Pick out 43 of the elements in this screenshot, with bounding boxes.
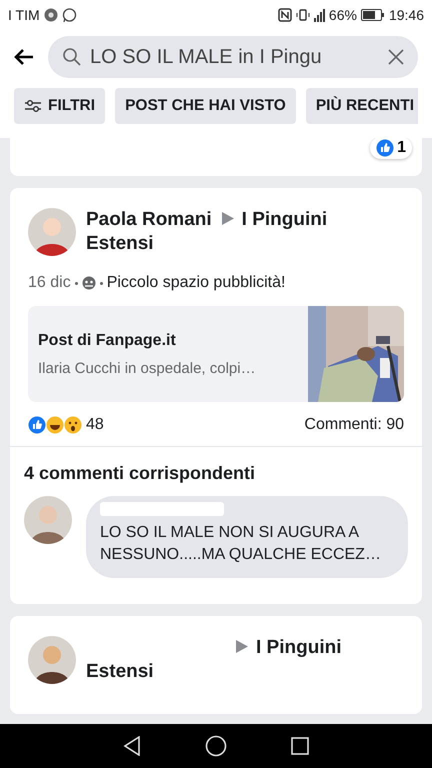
- separator-dot: [100, 282, 103, 284]
- battery-icon: [360, 9, 385, 21]
- arrow-icon: [222, 212, 234, 225]
- nfc-icon: [278, 8, 292, 22]
- filter-chip[interactable]: FILTRI: [14, 88, 106, 124]
- close-icon[interactable]: [388, 49, 404, 65]
- link-preview[interactable]: Post di Fanpage.it Ilaria Cucchi in ospedale, colpi…: [28, 306, 404, 402]
- home-icon[interactable]: [205, 735, 227, 757]
- avatar[interactable]: [28, 208, 76, 256]
- separator-dot: [74, 282, 78, 284]
- back-icon[interactable]: [123, 736, 141, 756]
- filter-chip[interactable]: PIÙ RECENTI: [306, 88, 418, 124]
- clock: 19:46: [388, 7, 424, 23]
- recents-icon[interactable]: [291, 737, 309, 755]
- comment-text: LO SO IL MALE NON SI AUGURA A NESSUNO.....MA QUALCHE ECCEZ…: [100, 523, 382, 565]
- surprised-emoji-icon: [64, 416, 82, 434]
- vibrate-icon: [296, 8, 310, 22]
- post-text: Piccolo spazio pubblicità!: [106, 274, 286, 292]
- link-description: Ilaria Cucchi in ospedale, colpi…: [38, 360, 257, 376]
- signal-icon: [314, 8, 325, 22]
- filter-chip[interactable]: POST CHE HAI VISTO: [115, 88, 296, 124]
- matching-comments-heading: 4 commenti corrispondenti: [23, 462, 256, 485]
- arrow-icon: [236, 640, 248, 653]
- group-icon: [82, 276, 96, 290]
- post-title[interactable]: Paola Romani I Pinguini Estensi: [86, 208, 356, 256]
- post-date[interactable]: 16 dic: [28, 274, 71, 292]
- post-title[interactable]: I Pinguini Estensi: [86, 636, 386, 684]
- avatar[interactable]: [28, 636, 76, 684]
- avatar[interactable]: [24, 496, 72, 544]
- link-title: Post di Fanpage.it: [38, 332, 177, 350]
- search-bar[interactable]: LO SO IL MALE in I Pingu: [48, 36, 418, 78]
- carrier-label: I TIM: [8, 7, 40, 23]
- search-field[interactable]: LO SO IL MALE in I Pingu: [90, 46, 380, 68]
- reaction-badge: 1: [370, 138, 412, 159]
- battery-percent: 66%: [328, 7, 357, 23]
- laughing-emoji-icon: [46, 416, 64, 434]
- back-arrow-icon[interactable]: [14, 49, 34, 65]
- like-icon: [28, 416, 46, 434]
- search-icon: [62, 47, 82, 67]
- reaction-count[interactable]: 48: [86, 416, 104, 434]
- sliders-icon: [24, 98, 42, 114]
- comment-count[interactable]: Commenti: 90: [304, 416, 404, 434]
- comment-bubble[interactable]: LO SO IL MALE NON SI AUGURA A NESSUNO.....MA QUALCHE ECCEZ…: [86, 496, 408, 578]
